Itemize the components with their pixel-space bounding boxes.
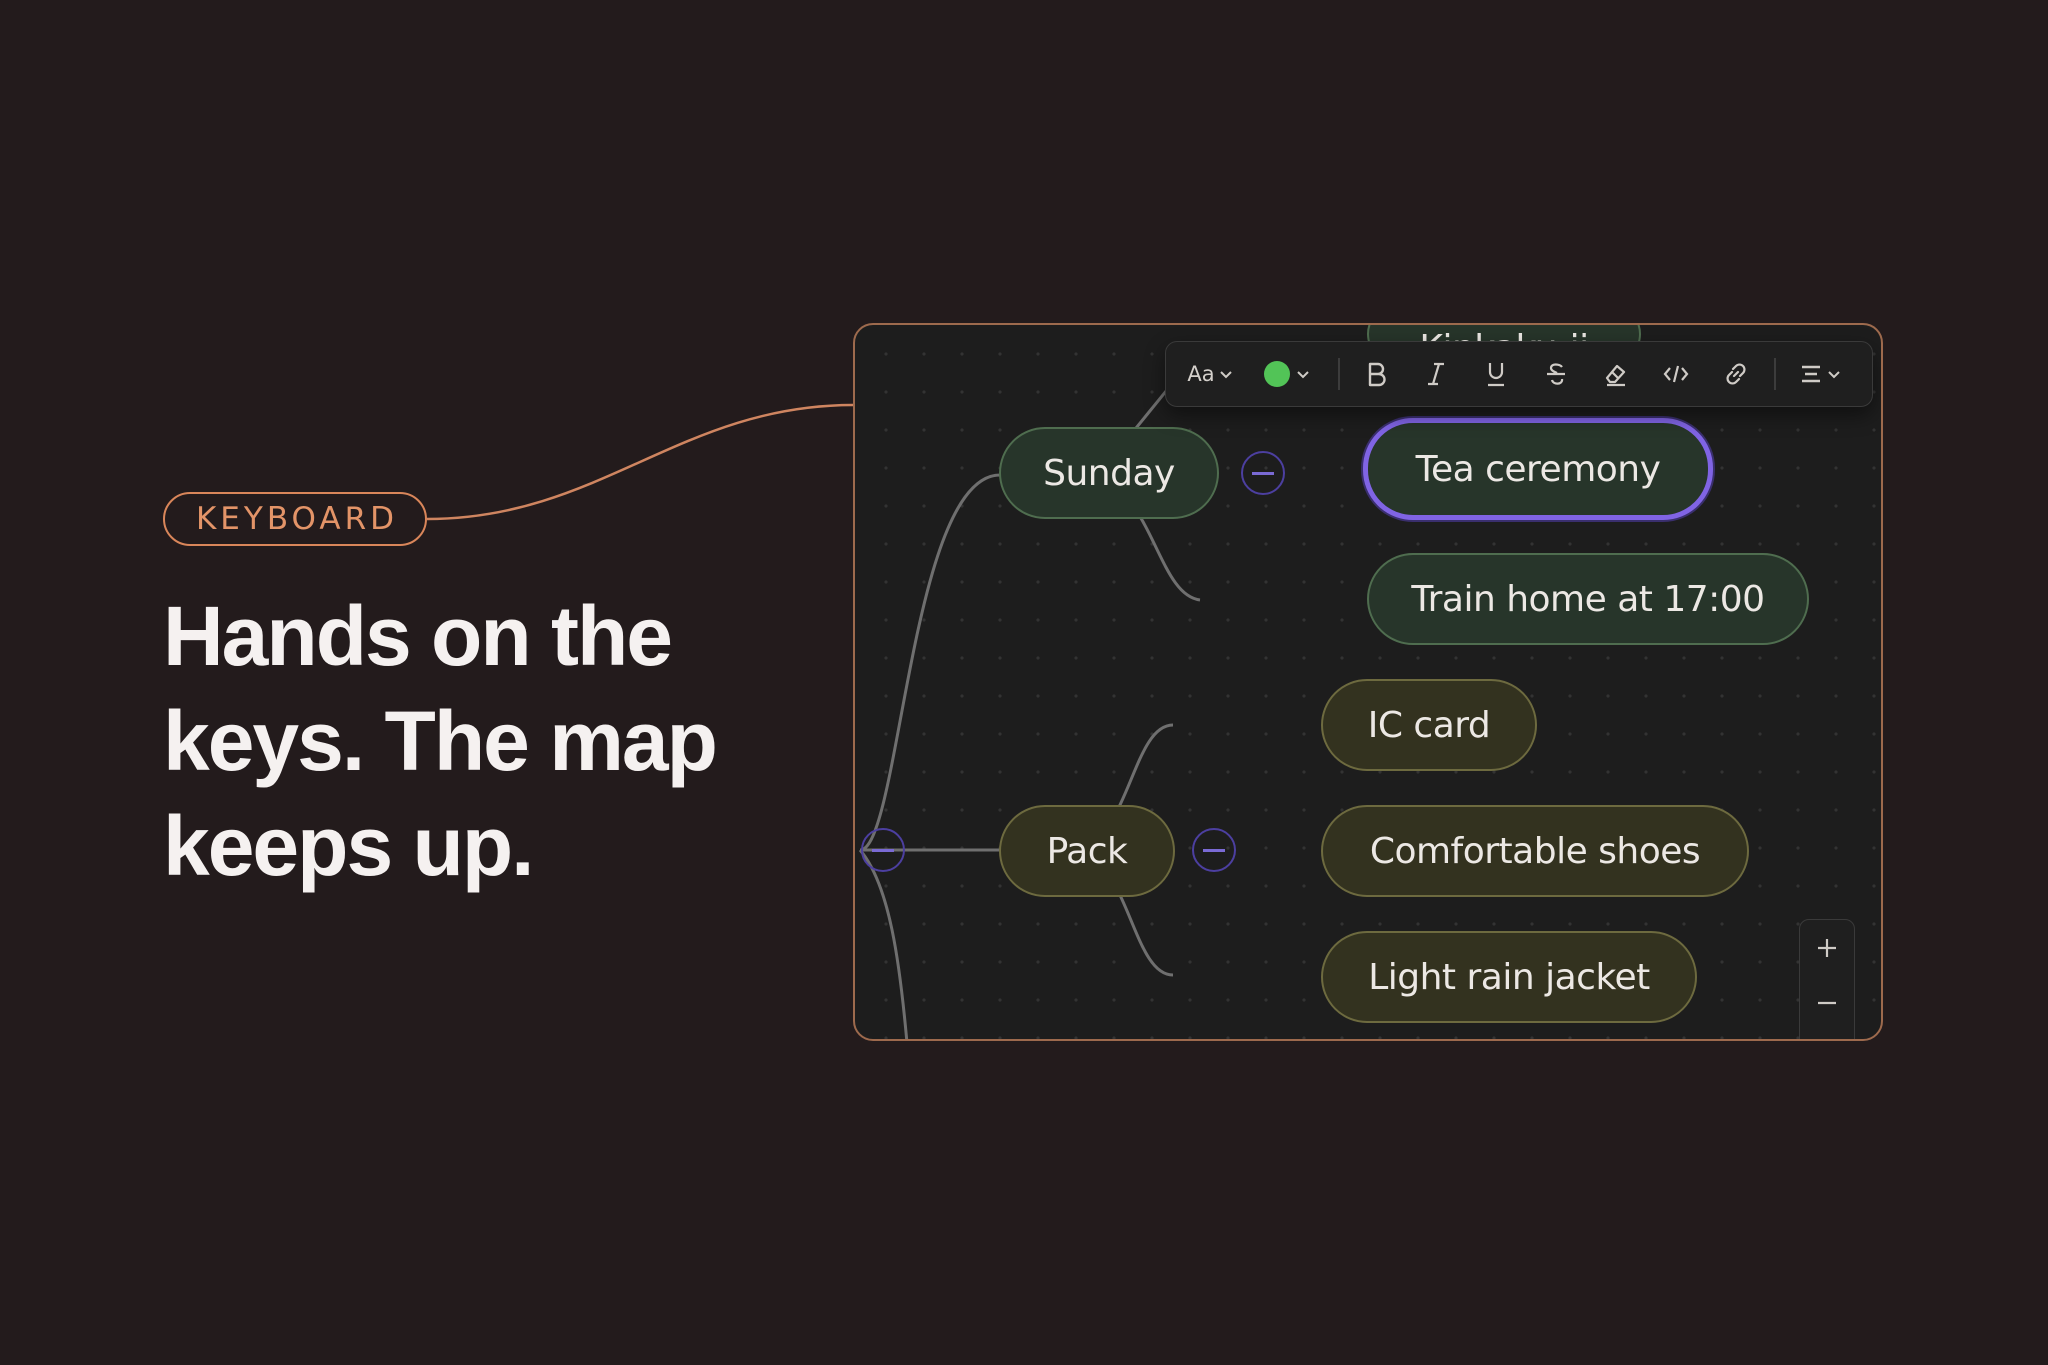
collapse-sunday-children-button[interactable] xyxy=(1241,451,1285,495)
node-train-home-label: Train home at 17:00 xyxy=(1411,578,1765,620)
node-light-rain-jacket-label: Light rain jacket xyxy=(1368,956,1650,998)
eraser-button[interactable] xyxy=(1592,342,1640,406)
minus-icon xyxy=(1817,1001,1836,1004)
node-comfortable-shoes-label: Comfortable shoes xyxy=(1369,830,1701,872)
italic-icon xyxy=(1428,362,1444,386)
mindmap-canvas[interactable]: Kinkaku-ji Sunday Tea ceremony Train hom… xyxy=(853,323,1883,1041)
node-light-rain-jacket[interactable]: Light rain jacket xyxy=(1321,931,1697,1023)
headline-line-3: keeps up. xyxy=(163,799,534,893)
zoom-out-button[interactable] xyxy=(1800,975,1853,1030)
keyboard-badge: KEYBOARD xyxy=(163,492,427,546)
link-button[interactable] xyxy=(1712,342,1760,406)
underline-icon xyxy=(1488,363,1504,387)
collapse-pack-children-button[interactable] xyxy=(1192,828,1236,872)
chevron-down-icon xyxy=(1828,371,1840,379)
font-size-label: Aa xyxy=(1187,362,1215,386)
code-icon xyxy=(1663,365,1689,383)
color-swatch xyxy=(1264,361,1290,387)
headline-line-1: Hands on the xyxy=(163,589,673,683)
strikethrough-button[interactable] xyxy=(1532,342,1580,406)
bold-icon xyxy=(1368,362,1386,387)
zoom-in-button[interactable] xyxy=(1800,920,1853,975)
node-ic-card-label: IC card xyxy=(1367,704,1491,746)
node-sunday-label: Sunday xyxy=(1043,452,1175,494)
node-train-home[interactable]: Train home at 17:00 xyxy=(1367,553,1809,645)
eraser-icon xyxy=(1605,364,1626,387)
underline-button[interactable] xyxy=(1472,342,1520,406)
link-icon xyxy=(1726,363,1746,385)
align-button[interactable] xyxy=(1788,342,1852,406)
node-ic-card[interactable]: IC card xyxy=(1321,679,1537,771)
node-sunday[interactable]: Sunday xyxy=(999,427,1219,519)
node-tea-ceremony-label: Tea ceremony xyxy=(1415,448,1661,490)
headline-line-2: keys. The map xyxy=(163,694,718,788)
code-button[interactable] xyxy=(1652,342,1700,406)
collapse-root-button[interactable] xyxy=(861,828,905,872)
text-color-button[interactable] xyxy=(1258,342,1316,406)
italic-button[interactable] xyxy=(1412,342,1460,406)
node-tea-ceremony[interactable]: Tea ceremony xyxy=(1363,418,1713,520)
node-pack-label: Pack xyxy=(1046,830,1128,872)
toolbar-separator xyxy=(1338,358,1340,390)
plus-icon xyxy=(1817,938,1836,957)
font-size-button[interactable]: Aa xyxy=(1180,342,1240,406)
toolbar-separator xyxy=(1774,358,1776,390)
chevron-down-icon xyxy=(1219,371,1232,379)
zoom-controls xyxy=(1799,919,1855,1039)
headline: Hands on the keys. The map keeps up. xyxy=(163,584,803,899)
badge-label: KEYBOARD xyxy=(195,501,399,537)
chevron-down-icon xyxy=(1297,371,1309,379)
node-comfortable-shoes[interactable]: Comfortable shoes xyxy=(1321,805,1749,897)
format-toolbar: Aa xyxy=(1165,341,1873,407)
bold-button[interactable] xyxy=(1352,342,1400,406)
node-pack[interactable]: Pack xyxy=(999,805,1175,897)
align-icon xyxy=(1802,365,1820,383)
strikethrough-icon xyxy=(1547,363,1565,385)
